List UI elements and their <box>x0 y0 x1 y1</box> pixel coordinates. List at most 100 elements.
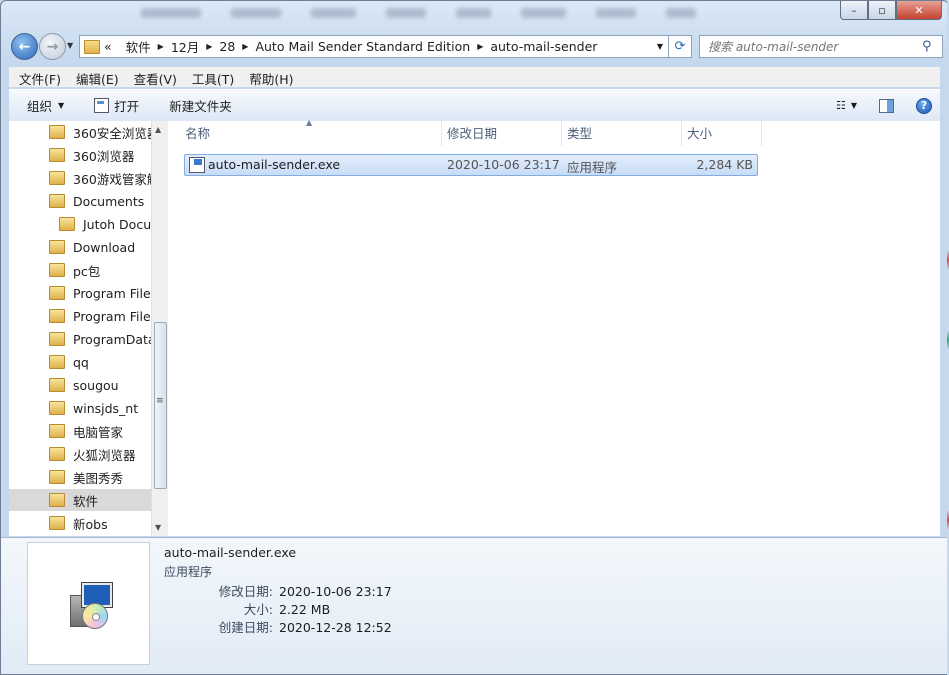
back-button[interactable]: ← <box>11 33 38 60</box>
details-modified: 修改日期: 2020-10-06 23:17 <box>164 581 464 600</box>
command-bar: 组织 ▼ 打开 新建文件夹 ☷ ▼ ? <box>9 89 940 122</box>
refresh-button[interactable]: ⟳ <box>669 35 692 58</box>
menu-help[interactable]: 帮助(H) <box>239 67 298 87</box>
new-folder-button[interactable]: 新建文件夹 <box>169 96 232 115</box>
breadcrumb-item[interactable]: Auto Mail Sender Standard Edition <box>255 39 470 54</box>
column-type[interactable]: 类型 <box>562 121 682 146</box>
menu-file[interactable]: 文件(F) <box>9 67 66 87</box>
nav-item-label: Jutoh Docur <box>83 216 151 232</box>
search-input[interactable] <box>706 38 920 55</box>
nav-item[interactable]: Download <box>9 236 151 258</box>
recent-pages-dropdown-icon[interactable]: ▼ <box>67 41 73 50</box>
folder-icon <box>49 148 65 162</box>
details-label: 创建日期: <box>218 620 273 635</box>
nav-item[interactable]: winsjds_nt <box>9 397 151 419</box>
organize-button[interactable]: 组织 ▼ <box>27 96 64 115</box>
file-size: 2,284 KB <box>696 157 753 172</box>
nav-item[interactable]: Documents <box>9 190 151 212</box>
breadcrumb-item[interactable]: 12月 <box>171 37 199 56</box>
breadcrumb: « 软件 ▶ 12月 ▶ 28 ▶ Auto Mail Sender Stand… <box>104 37 597 56</box>
file-row[interactable]: auto-mail-sender.exe 2020-10-06 23:17 应用… <box>184 154 758 176</box>
scroll-up-icon[interactable]: ▲ <box>155 125 161 134</box>
nav-item-label: 美图秀秀 <box>73 470 124 486</box>
chevron-right-icon[interactable]: ▶ <box>477 42 483 51</box>
forward-button[interactable]: → <box>39 33 66 60</box>
nav-item-label: ProgramData <box>73 331 151 347</box>
view-options-dropdown-icon[interactable]: ▼ <box>851 101 857 110</box>
folder-icon <box>49 378 65 392</box>
nav-item[interactable]: qq <box>9 351 151 373</box>
nav-item[interactable]: Program Files <box>9 282 151 304</box>
menu-tools[interactable]: 工具(T) <box>182 67 239 87</box>
search-box[interactable]: ⚲ <box>699 35 943 58</box>
nav-item[interactable]: Program Files <box>9 305 151 327</box>
nav-item[interactable]: 新obs <box>9 512 151 534</box>
installer-icon <box>66 581 113 629</box>
details-file-type: 应用程序 <box>164 565 213 579</box>
nav-item-label: pc包 <box>73 263 101 279</box>
nav-item[interactable]: 360浏览器 <box>9 144 151 166</box>
application-icon <box>189 157 205 173</box>
nav-scrollbar[interactable]: ▲ ▼ <box>151 121 168 536</box>
refresh-icon: ⟳ <box>674 39 686 54</box>
preview-pane-icon[interactable] <box>879 98 894 113</box>
nav-item-label: qq <box>73 354 89 370</box>
nav-item[interactable]: 美图秀秀 <box>9 466 151 488</box>
breadcrumb-item[interactable]: auto-mail-sender <box>490 39 597 54</box>
close-button[interactable]: ✕ <box>896 1 942 20</box>
nav-item[interactable]: ProgramData <box>9 328 151 350</box>
scroll-down-icon[interactable]: ▼ <box>155 523 161 532</box>
details-created: 创建日期: 2020-12-28 12:52 <box>164 617 464 636</box>
nav-item[interactable]: 360安全浏览器 <box>9 121 151 143</box>
titlebar-background <box>141 7 831 23</box>
file-list: ▲ 名称 修改日期 类型 大小 auto-mail-sender.exe 202… <box>168 118 940 536</box>
folder-icon <box>49 171 65 185</box>
minimize-button[interactable]: – <box>840 1 868 20</box>
maximize-button[interactable]: ▫ <box>868 1 896 20</box>
details-label: 大小: <box>243 602 273 617</box>
back-arrow-icon: ← <box>18 38 31 55</box>
nav-item-label: Program Files <box>73 308 151 324</box>
nav-item-label: winsjds_nt <box>73 400 139 416</box>
nav-item-label: Download <box>73 239 136 255</box>
nav-item[interactable]: 电脑管家 <box>9 420 151 442</box>
folder-icon <box>49 125 65 139</box>
help-icon[interactable]: ? <box>916 97 932 114</box>
address-bar[interactable]: « 软件 ▶ 12月 ▶ 28 ▶ Auto Mail Sender Stand… <box>79 35 669 58</box>
nav-item[interactable]: sougou <box>9 374 151 396</box>
column-name[interactable]: 名称 <box>180 121 442 146</box>
file-thumbnail <box>27 542 150 665</box>
column-size[interactable]: 大小 <box>682 121 762 146</box>
nav-item-selected[interactable]: 软件 <box>9 489 151 511</box>
nav-item[interactable]: Jutoh Docur <box>9 213 151 235</box>
open-label: 打开 <box>114 99 140 114</box>
nav-item[interactable]: pc包 <box>9 259 151 281</box>
caption-buttons: – ▫ ✕ <box>840 1 942 20</box>
menu-edit[interactable]: 编辑(E) <box>66 67 124 87</box>
chevron-right-icon[interactable]: ▶ <box>206 42 212 51</box>
folder-icon <box>49 263 65 277</box>
breadcrumb-overflow[interactable]: « <box>104 39 112 54</box>
open-button[interactable]: 打开 <box>94 96 139 115</box>
chevron-right-icon[interactable]: ▶ <box>242 42 248 51</box>
nav-item-label: 软件 <box>73 493 99 509</box>
scroll-thumb[interactable] <box>154 322 167 489</box>
column-modified[interactable]: 修改日期 <box>442 121 562 146</box>
folder-icon <box>49 332 65 346</box>
breadcrumb-item[interactable]: 28 <box>219 39 235 54</box>
folder-icon <box>84 39 100 54</box>
address-dropdown-icon[interactable]: ▼ <box>657 42 663 51</box>
search-icon[interactable]: ⚲ <box>922 39 932 54</box>
nav-item-label: 新obs <box>73 516 108 532</box>
folder-icon <box>49 355 65 369</box>
nav-item-label: 360游戏管家解 <box>73 171 151 187</box>
change-view-icon[interactable]: ☷ <box>836 99 846 112</box>
view-tools: ☷ ▼ ? <box>836 97 940 114</box>
folder-icon <box>49 309 65 323</box>
chevron-right-icon[interactable]: ▶ <box>158 42 164 51</box>
nav-item[interactable]: 360游戏管家解 <box>9 167 151 189</box>
menu-view[interactable]: 查看(V) <box>124 67 182 87</box>
organize-label: 组织 <box>27 99 53 114</box>
nav-item[interactable]: 火狐浏览器 <box>9 443 151 465</box>
breadcrumb-item[interactable]: 软件 <box>126 37 151 56</box>
